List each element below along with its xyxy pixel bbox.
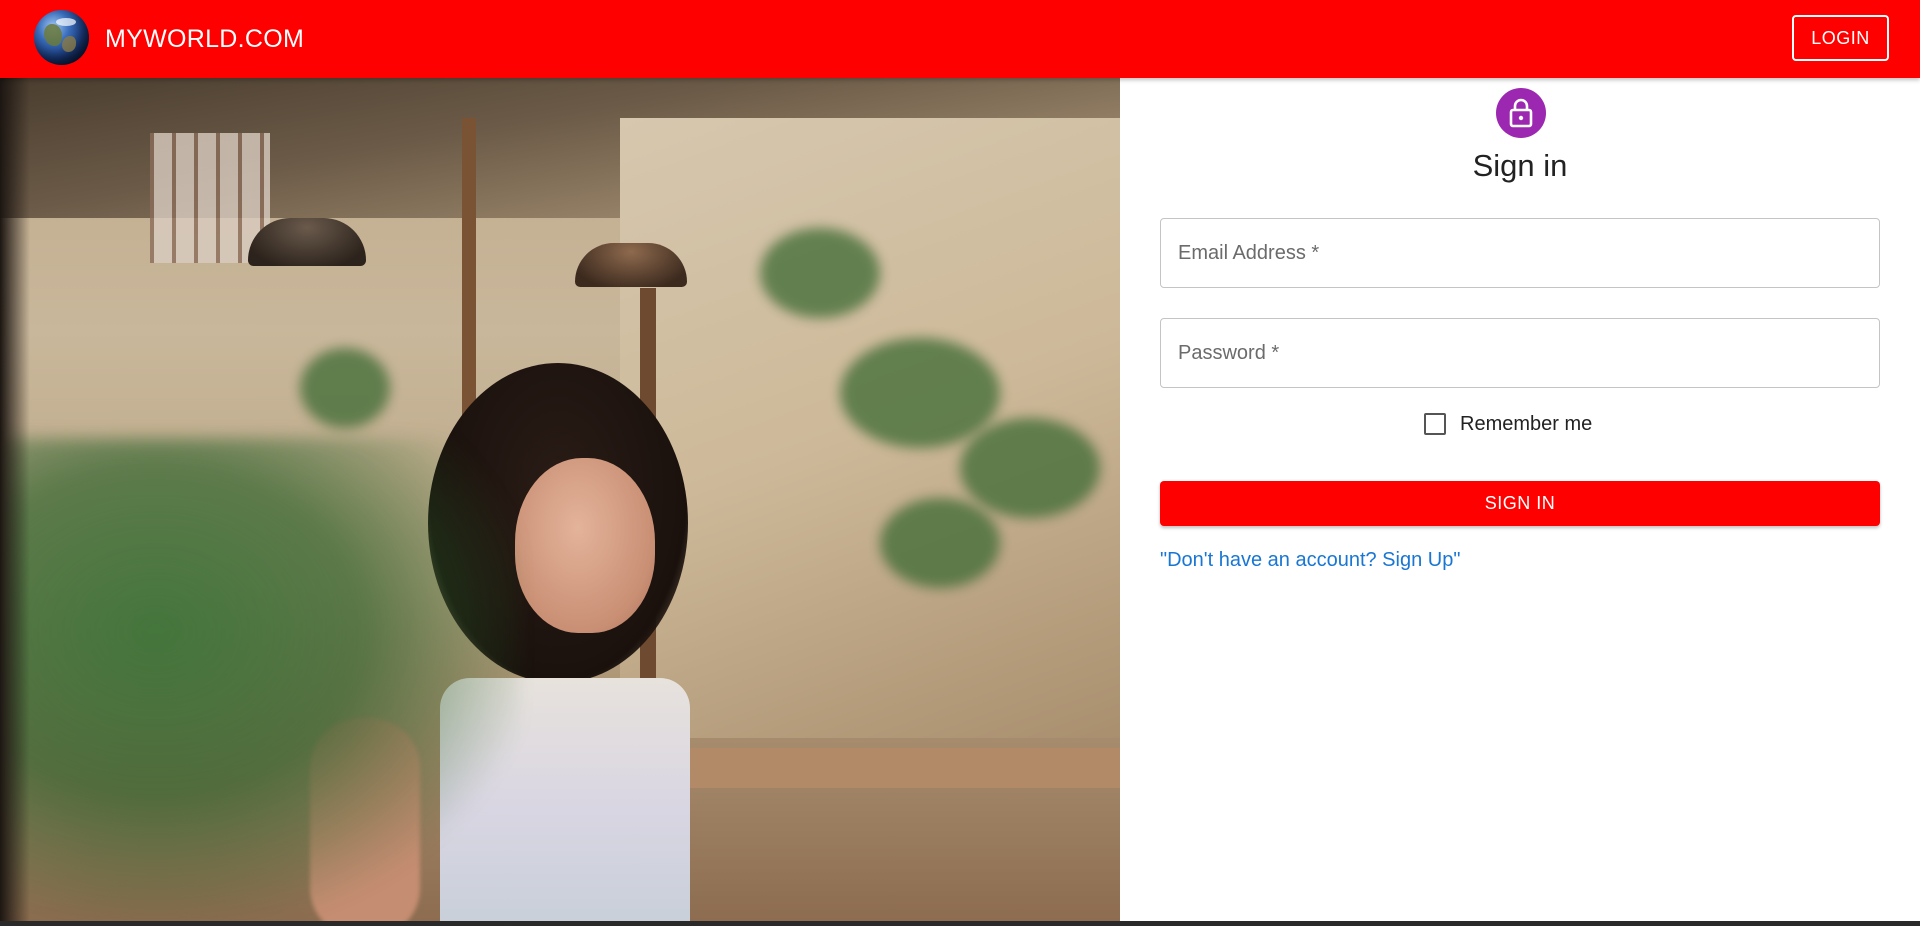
brand-title: MYWORLD.COM xyxy=(105,25,305,53)
page-title: Sign in xyxy=(1472,148,1568,183)
lock-icon xyxy=(1509,98,1533,128)
password-field[interactable] xyxy=(1160,318,1880,388)
password-input[interactable] xyxy=(1161,319,1879,387)
pendant-lamp xyxy=(248,218,366,266)
lock-avatar xyxy=(1496,88,1546,138)
globe-icon xyxy=(34,10,89,65)
bottom-edge xyxy=(0,921,1920,926)
pendant-lamp xyxy=(575,243,687,287)
email-input[interactable] xyxy=(1161,219,1879,287)
remember-me[interactable]: Remember me xyxy=(1424,411,1592,437)
hero-photo xyxy=(0,78,1120,922)
app-bar: MYWORLD.COM LOGIN xyxy=(0,0,1920,78)
remember-checkbox[interactable] xyxy=(1424,413,1446,435)
sign-in-button[interactable]: SIGN IN xyxy=(1160,481,1880,526)
sign-up-link[interactable]: "Don't have an account? Sign Up" xyxy=(1160,549,1460,572)
remember-label: Remember me xyxy=(1460,412,1593,435)
login-button[interactable]: LOGIN xyxy=(1792,15,1889,61)
email-field[interactable] xyxy=(1160,218,1880,288)
